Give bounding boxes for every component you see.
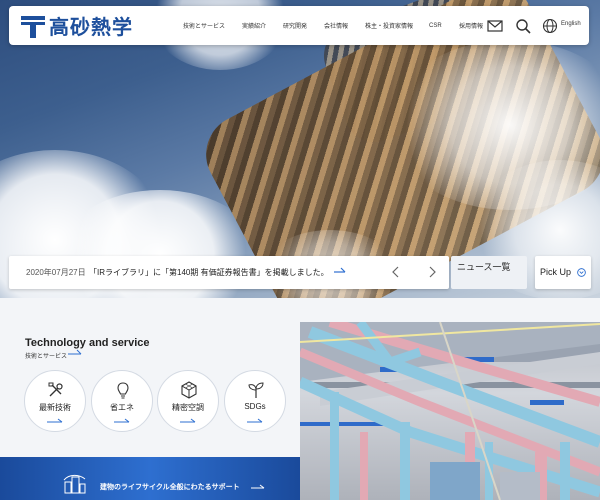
- news-list-button[interactable]: ニュース一覧: [451, 256, 527, 289]
- piping-graphic: [300, 322, 600, 500]
- tools-icon: [48, 382, 63, 397]
- logo-text: 高砂熱学: [49, 15, 133, 39]
- globe-icon[interactable]: [542, 18, 558, 34]
- chevron-right-icon[interactable]: [425, 265, 439, 279]
- nav-item-investors[interactable]: 株主・投資家情報: [365, 21, 413, 30]
- logo-mark-icon: [21, 14, 45, 38]
- pickup-button[interactable]: Pick Up: [535, 256, 591, 289]
- banner-text: 建物のライフサイクル全般にわたるサポート: [100, 484, 240, 491]
- service-label: 精密空調: [172, 403, 204, 412]
- service-precision-air[interactable]: 精密空調: [157, 370, 219, 432]
- service-label: SDGs: [244, 402, 266, 411]
- section-subtitle[interactable]: 技術とサービス: [25, 351, 67, 360]
- buildings-icon: [63, 474, 86, 494]
- company-logo[interactable]: 高砂熱学: [21, 12, 133, 39]
- service-label: 最新技術: [39, 403, 71, 412]
- news-date: 2020年07月27日: [26, 268, 86, 277]
- news-ticker: 2020年07月27日 「IRライブラリ」に「第140期 有価証券報告書」を掲載…: [9, 256, 449, 289]
- section-title: Technology and service: [25, 337, 150, 349]
- search-icon[interactable]: [515, 18, 531, 34]
- nav-item-careers[interactable]: 採用情報: [459, 21, 483, 30]
- nav-item-research[interactable]: 研究開発: [283, 21, 307, 30]
- arrow-right-icon: [247, 418, 263, 423]
- cube-icon: [181, 381, 197, 399]
- lifecycle-support-banner[interactable]: [0, 457, 300, 500]
- nav-item-technology[interactable]: 技術とサービス: [183, 21, 225, 30]
- language-link[interactable]: English: [561, 21, 581, 27]
- arrow-right-icon: [180, 418, 196, 423]
- arrow-right-icon: [47, 418, 63, 423]
- circle-chevron-down-icon: [577, 268, 586, 277]
- chevron-left-icon[interactable]: [389, 265, 403, 279]
- arrow-right-icon[interactable]: [68, 349, 82, 357]
- service-sdgs[interactable]: SDGs: [224, 370, 286, 432]
- pickup-label: Pick Up: [540, 267, 572, 277]
- mail-icon[interactable]: [487, 18, 503, 34]
- nav-item-results[interactable]: 実績紹介: [242, 21, 266, 30]
- arrow-right-icon[interactable]: [334, 266, 346, 276]
- piping-illustration: [300, 322, 600, 500]
- lightbulb-icon: [117, 382, 129, 399]
- service-latest-tech[interactable]: 最新技術: [24, 370, 86, 432]
- service-energy-saving[interactable]: 省エネ: [91, 370, 153, 432]
- site-header: 高砂熱学 技術とサービス 実績紹介 研究開発 会社情報 株主・投資家情報 CSR…: [9, 6, 589, 45]
- nav-item-csr[interactable]: CSR: [429, 23, 442, 29]
- nav-item-company[interactable]: 会社情報: [324, 21, 348, 30]
- arrow-right-icon: [251, 484, 265, 489]
- sprout-icon: [248, 382, 264, 398]
- service-label: 省エネ: [110, 403, 134, 412]
- arrow-right-icon: [114, 418, 130, 423]
- news-headline-link[interactable]: 「IRライブラリ」に「第140期 有価証券報告書」を掲載しました。: [89, 267, 329, 278]
